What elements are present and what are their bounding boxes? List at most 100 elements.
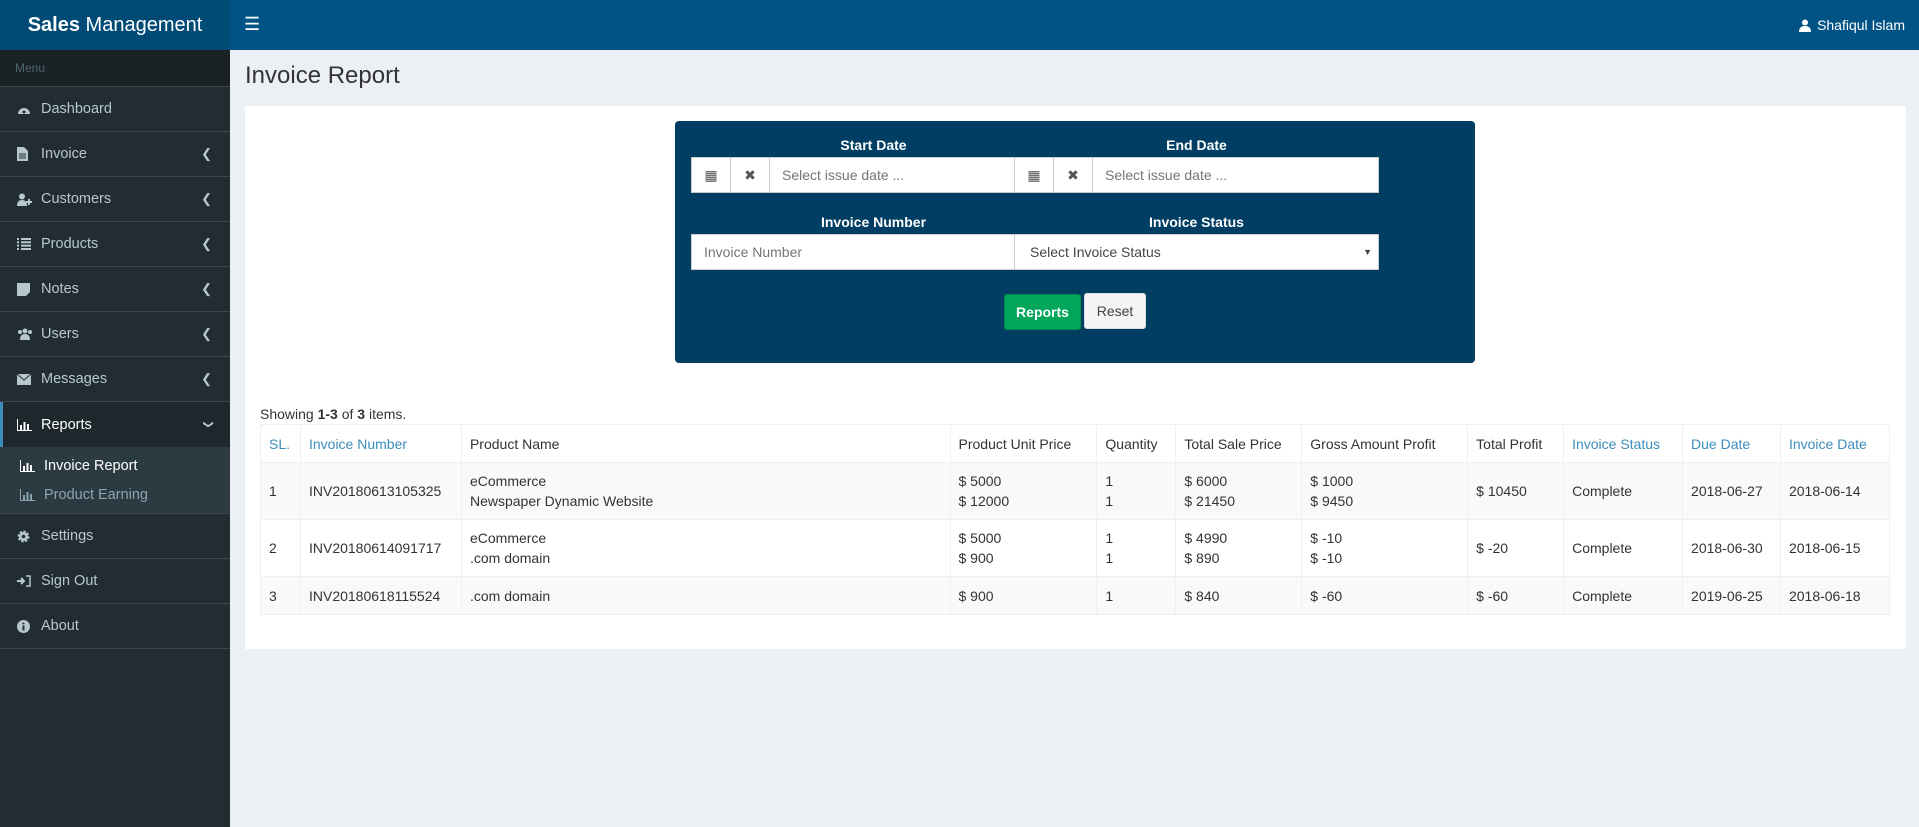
column-header: Product Name <box>460 424 951 463</box>
sidebar-item-label: Customers <box>41 191 112 207</box>
info-icon <box>17 619 41 633</box>
clear-x-icon[interactable]: ✖ <box>1054 158 1093 192</box>
cell-due: 2018-06-27 <box>1691 483 1763 499</box>
chevron-down-icon: ❯ <box>202 420 214 429</box>
cell-line: 1 <box>1105 493 1114 509</box>
cell-line: .com domain <box>469 587 551 604</box>
sidebar-item-label: About <box>41 618 79 634</box>
users-icon <box>17 328 41 340</box>
sidebar-item-label: Reports <box>41 416 92 433</box>
column-header[interactable]: Invoice Date <box>1779 424 1891 463</box>
sign-in-icon <box>17 575 41 587</box>
sidebar-item-about[interactable]: About <box>0 604 230 649</box>
cell-inv: INV20180613105325 <box>308 483 442 499</box>
table-row: 1 INV20180613105325 eCommerce Newspaper Dyn… <box>260 462 1891 520</box>
cell-line: $ 5000 <box>958 473 1002 489</box>
clear-x-icon[interactable]: ✖ <box>731 158 770 192</box>
cell-line: .com domain <box>469 550 551 566</box>
end-date-input[interactable] <box>1093 158 1378 192</box>
list-icon <box>17 238 41 250</box>
invoice-number-label: Invoice Number <box>820 214 927 230</box>
brand-logo[interactable]: Sales Management <box>0 0 230 50</box>
chevron-left-icon: ❮ <box>201 191 212 206</box>
sidebar-item-sign-out[interactable]: Sign Out <box>0 559 230 604</box>
cell-line: $ 840 <box>1184 587 1220 604</box>
column-header: Total Sale Price <box>1175 424 1303 463</box>
envelope-icon <box>17 373 41 385</box>
chevron-left-icon: ❮ <box>201 371 212 386</box>
bar-chart-icon <box>20 459 44 472</box>
summary-prefix: Showing <box>260 406 318 422</box>
invoice-status-label: Invoice Status <box>1149 214 1244 230</box>
cell-line: $ 6000 <box>1184 473 1228 489</box>
chevron-left-icon: ❮ <box>201 146 212 161</box>
summary-suffix: items. <box>365 406 407 422</box>
cell-line: $ -60 <box>1310 587 1343 604</box>
invoice-number-input[interactable] <box>691 234 1056 270</box>
summary-total: 3 <box>357 406 366 422</box>
sidebar-item-settings[interactable]: Settings <box>0 514 230 559</box>
user-icon <box>1799 19 1812 32</box>
column-header[interactable]: Invoice Number <box>299 424 462 463</box>
column-header[interactable]: Due Date <box>1682 424 1781 463</box>
menu-header: Menu <box>0 50 230 87</box>
end-date-picker: ▦ ✖ <box>1014 157 1379 193</box>
sidebar-toggle-hamburger-icon[interactable]: ☰ <box>244 14 260 35</box>
chevron-left-icon: ❮ <box>201 281 212 296</box>
cell-inv: INV20180614091717 <box>308 540 442 556</box>
cell-sl: 3 <box>269 587 277 604</box>
sidebar-item-label: Settings <box>41 528 94 544</box>
sidebar-item-invoice[interactable]: Invoice ❮ <box>0 132 230 177</box>
submenu-item-product-earning[interactable]: Product Earning <box>0 480 230 509</box>
cell-date: 2018-06-18 <box>1788 587 1861 604</box>
sidebar-item-users[interactable]: Users ❮ <box>0 312 230 357</box>
cell-line: 1 <box>1105 473 1114 489</box>
column-header: Total Profit <box>1467 424 1565 463</box>
cell-status: Complete <box>1572 587 1633 604</box>
report-box: Start Date ▦ ✖ End Date ▦ ✖ Invoice Numb… <box>245 106 1906 649</box>
cell-profit: $ -60 <box>1476 587 1509 604</box>
file-icon <box>17 147 41 161</box>
user-plus-icon <box>17 193 41 206</box>
cell-line: $ 5000 <box>958 530 1002 546</box>
sidebar-item-label: Dashboard <box>41 101 112 117</box>
sidebar-item-dashboard[interactable]: Dashboard <box>0 87 230 132</box>
dashboard-icon <box>17 103 41 115</box>
results-summary: Showing 1-3 of 3 items. <box>260 406 406 422</box>
cell-sl: 2 <box>269 540 277 556</box>
start-date-input[interactable] <box>770 158 1055 192</box>
cell-line: $ -10 <box>1310 530 1343 546</box>
summary-range: 1-3 <box>317 406 338 422</box>
user-menu[interactable]: Shafiqul Islam <box>1799 0 1905 50</box>
calendar-icon[interactable]: ▦ <box>692 158 731 192</box>
sidebar-item-reports[interactable]: Reports ❯ <box>0 402 230 447</box>
calendar-icon[interactable]: ▦ <box>1015 158 1054 192</box>
sidebar-item-customers[interactable]: Customers ❮ <box>0 177 230 222</box>
cell-line: $ 900 <box>958 550 994 566</box>
sidebar-item-messages[interactable]: Messages ❮ <box>0 357 230 402</box>
chevron-left-icon: ❮ <box>201 236 212 251</box>
cell-date: 2018-06-14 <box>1788 483 1861 499</box>
summary-mid: of <box>337 406 358 422</box>
sidebar-item-notes[interactable]: Notes ❮ <box>0 267 230 312</box>
start-date-picker: ▦ ✖ <box>691 157 1056 193</box>
submenu-item-invoice-report[interactable]: Invoice Report <box>0 451 230 480</box>
cell-due: 2019-06-25 <box>1691 587 1763 604</box>
gear-icon <box>17 530 41 543</box>
sidebar-item-label: Users <box>41 326 79 342</box>
bar-chart-icon <box>17 418 41 431</box>
invoice-status-select[interactable]: Select Invoice Status ▼ <box>1014 234 1379 270</box>
cell-line: $ 890 <box>1184 550 1220 566</box>
cell-line: $ 4990 <box>1184 530 1228 546</box>
cell-line: $ -10 <box>1310 550 1343 566</box>
cell-line: 1 <box>1105 550 1114 566</box>
sidebar-item-products[interactable]: Products ❮ <box>0 222 230 267</box>
column-header[interactable]: Invoice Status <box>1563 424 1684 463</box>
sidebar: Menu Dashboard Invoice ❮ Customers ❮ Products… <box>0 50 230 827</box>
cell-due: 2018-06-30 <box>1691 540 1763 556</box>
brand-bold: Sales <box>27 14 80 36</box>
cell-status: Complete <box>1572 483 1633 499</box>
reset-button[interactable]: Reset <box>1084 293 1146 329</box>
column-header[interactable]: SL. <box>260 424 301 463</box>
reports-button[interactable]: Reports <box>1004 294 1081 330</box>
